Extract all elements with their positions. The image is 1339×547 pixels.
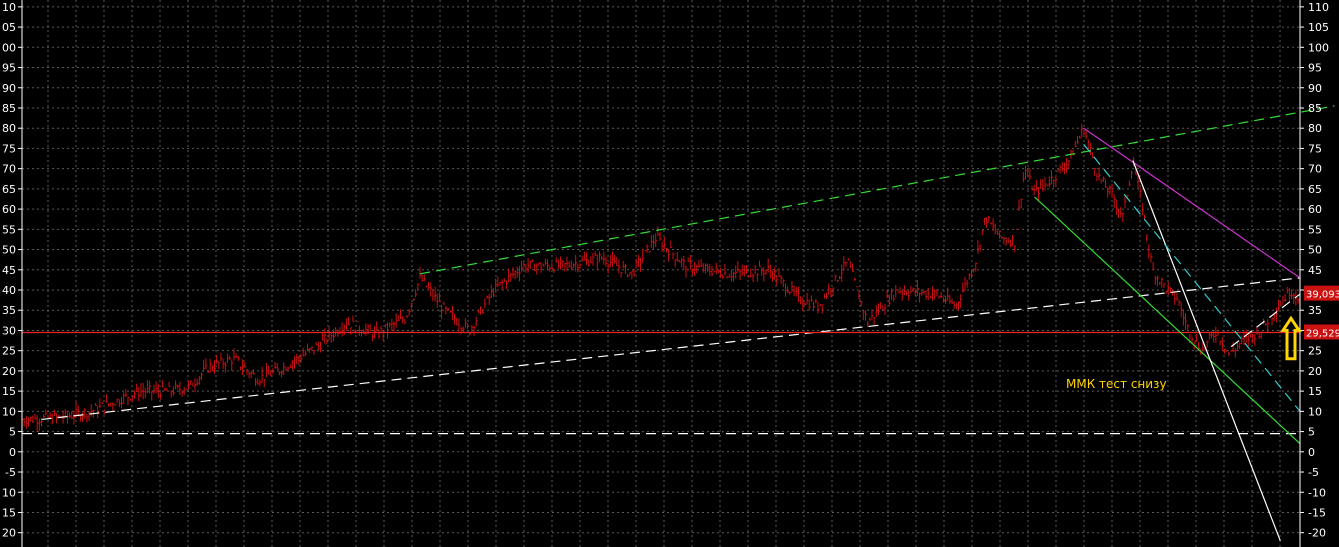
- y-tick-label-right: 45: [1308, 264, 1322, 277]
- y-tick-label-left: 10: [2, 405, 16, 418]
- y-tick-label-right: 95: [1308, 62, 1322, 75]
- y-tick-label-right: 75: [1308, 142, 1322, 155]
- y-tick-label-right: -15: [1308, 506, 1326, 519]
- y-tick-label-right: 60: [1308, 203, 1322, 216]
- y-tick-label-left: 10: [2, 486, 16, 499]
- y-tick-label-right: 90: [1308, 82, 1322, 95]
- price-chart: 1005009590858075706560555045403530252015…: [2, 0, 1339, 547]
- price-label-text: 29,529: [1306, 328, 1339, 339]
- y-tick-label-right: -5: [1308, 466, 1319, 479]
- y-tick-label-right: 15: [1308, 385, 1322, 398]
- y-tick-label-left: 35: [2, 304, 16, 317]
- y-tick-label-left: 50: [2, 244, 16, 257]
- y-tick-label-left: 45: [2, 264, 16, 277]
- y-tick-label-left: 75: [2, 142, 16, 155]
- trendline: [1083, 144, 1301, 412]
- y-tick-label-left: 80: [2, 122, 16, 135]
- y-tick-label-left: 20: [2, 527, 16, 540]
- y-tick-label-left: 60: [2, 203, 16, 216]
- y-axis-left: 1005009590858075706560555045403530252015…: [2, 0, 23, 547]
- y-tick-label-right: 80: [1308, 122, 1322, 135]
- price-label-text: 39,093: [1306, 290, 1339, 301]
- chart-annotation: ММК тест снизу: [1066, 377, 1167, 391]
- y-tick-label-left: 15: [2, 385, 16, 398]
- y-tick-label-left: 40: [2, 284, 16, 297]
- y-tick-label-right: 65: [1308, 183, 1322, 196]
- y-tick-label-left: 05: [2, 21, 16, 34]
- y-tick-label-right: 110: [1308, 1, 1329, 14]
- y-tick-label-right: 105: [1308, 21, 1329, 34]
- chart-grid: [22, 0, 1300, 547]
- y-tick-label-right: 35: [1308, 304, 1322, 317]
- y-tick-label-right: 10: [1308, 405, 1322, 418]
- y-tick-label-left: 0: [9, 446, 16, 459]
- y-tick-label-left: 10: [2, 1, 16, 14]
- y-tick-label-left: 85: [2, 102, 16, 115]
- y-tick-label-left: 90: [2, 82, 16, 95]
- y-tick-label-right: 50: [1308, 244, 1322, 257]
- y-tick-label-left: 65: [2, 183, 16, 196]
- y-tick-label-left: 30: [2, 324, 16, 337]
- up-arrow-icon: [1280, 315, 1302, 361]
- trendlines: [22, 105, 1335, 542]
- y-tick-label-left: 15: [2, 506, 16, 519]
- y-tick-label-right: 5: [1308, 426, 1315, 439]
- trendline: [41, 277, 1301, 421]
- y-tick-label-right: 25: [1308, 345, 1322, 358]
- trendline: [420, 105, 1335, 275]
- y-tick-label-right: 20: [1308, 365, 1322, 378]
- y-tick-label-left: 00: [2, 41, 16, 54]
- y-tick-label-left: 95: [2, 62, 16, 75]
- y-tick-label-right: 0: [1308, 446, 1315, 459]
- y-tick-label-left: 20: [2, 365, 16, 378]
- y-axis-right: 1101051009590858075706560555045403530252…: [1299, 0, 1329, 547]
- y-tick-label-left: 55: [2, 223, 16, 236]
- y-tick-label-right: 85: [1308, 102, 1322, 115]
- y-tick-label-left: 70: [2, 163, 16, 176]
- y-tick-label-left: -5: [5, 466, 16, 479]
- y-tick-label-right: 100: [1308, 41, 1329, 54]
- y-tick-label-right: -10: [1308, 486, 1326, 499]
- y-tick-label-right: -20: [1308, 527, 1326, 540]
- y-tick-label-right: 70: [1308, 163, 1322, 176]
- y-tick-label-left: 5: [9, 426, 16, 439]
- up-arrow-shape: [1280, 315, 1302, 361]
- trendline: [1034, 196, 1301, 445]
- y-tick-label-right: 55: [1308, 223, 1322, 236]
- y-tick-label-left: 25: [2, 345, 16, 358]
